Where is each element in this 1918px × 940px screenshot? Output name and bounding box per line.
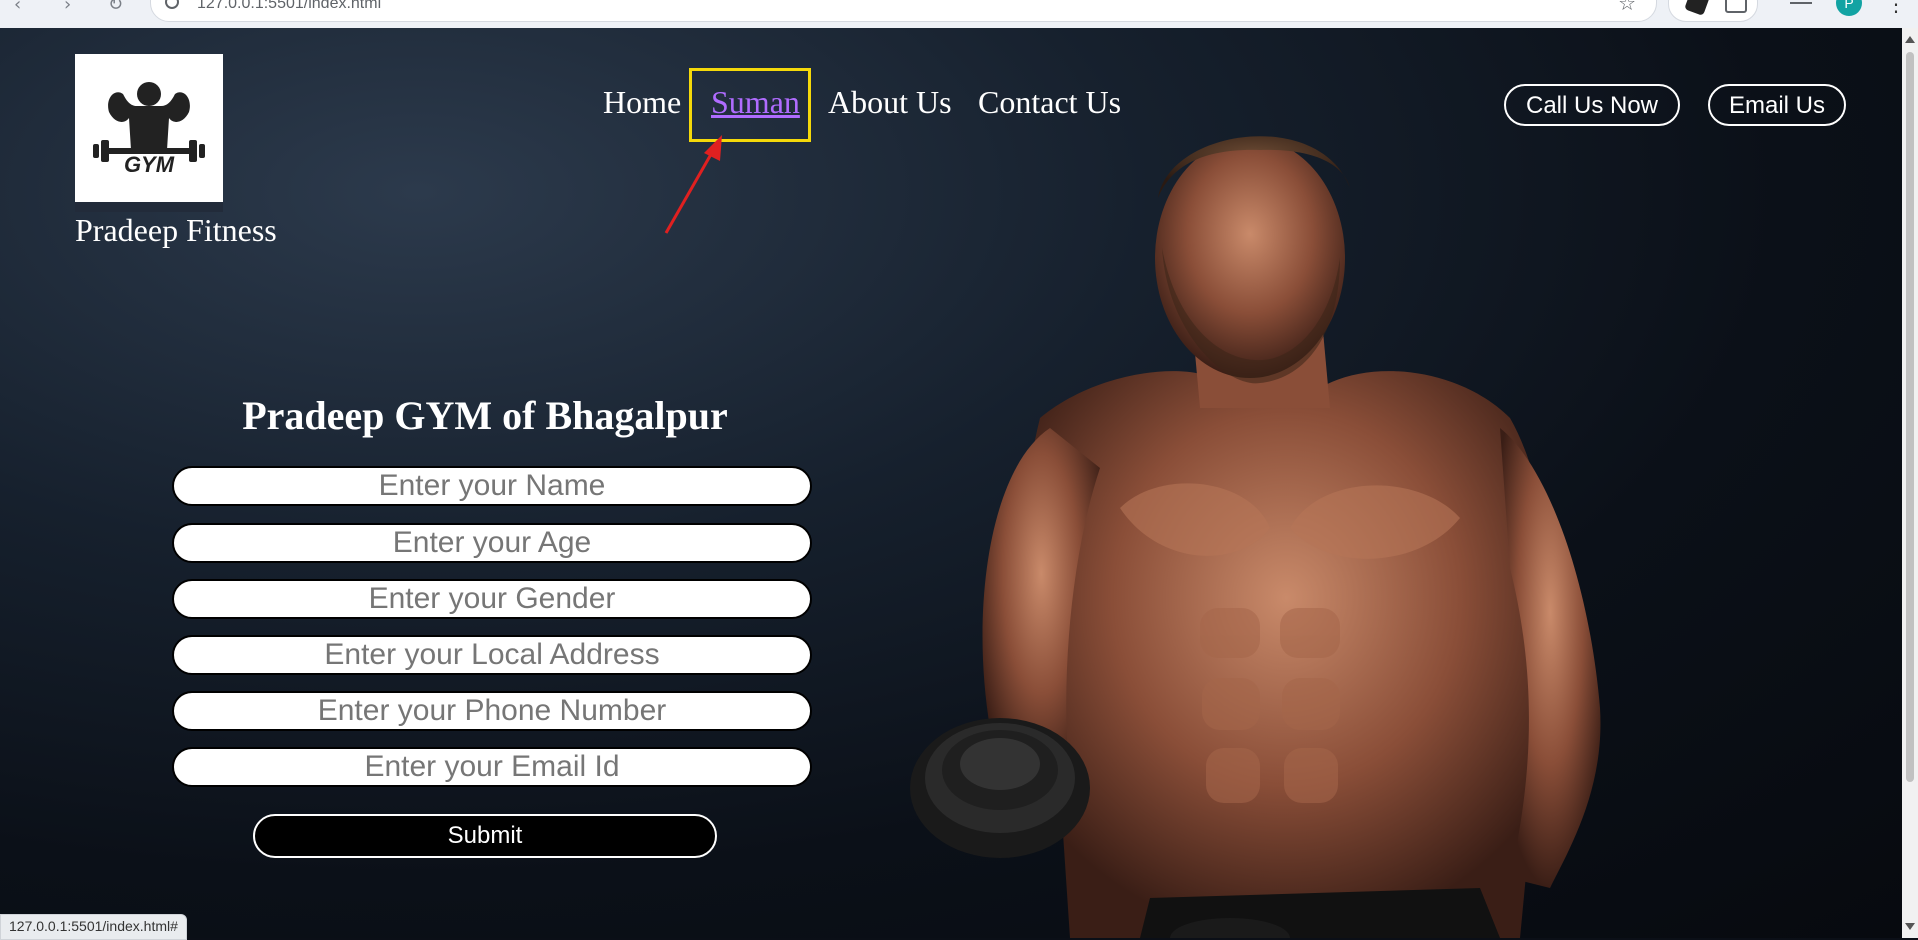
browser-toolbar: ‹ › ↻ 127.0.0.1:5501/index.html ☆ P ⋮ <box>0 0 1918 29</box>
form-title: Pradeep GYM of Bhagalpur <box>242 393 728 438</box>
email-input[interactable]: Enter your Email Id <box>172 747 812 787</box>
page-scrollbar[interactable] <box>1902 28 1918 938</box>
annotation-highlight-box <box>689 68 811 142</box>
browser-menu-icon[interactable]: ⋮ <box>1886 0 1906 16</box>
extensions-puzzle-icon[interactable] <box>1725 0 1747 13</box>
address-input[interactable]: Enter your Local Address <box>172 635 812 675</box>
age-input[interactable]: Enter your Age <box>172 523 812 563</box>
nav-home-link[interactable]: Home <box>603 84 681 121</box>
back-arrow-icon[interactable]: ‹ <box>14 0 21 15</box>
brand-name: Pradeep Fitness <box>75 212 277 248</box>
address-bar[interactable]: 127.0.0.1:5501/index.html ☆ <box>150 0 1657 22</box>
bookmark-star-icon[interactable]: ☆ <box>1618 0 1636 15</box>
extensions-area <box>1668 0 1758 22</box>
annotation-arrow-icon <box>664 135 722 234</box>
gym-page: GYM Pradeep Fitness Home Suman About Us … <box>0 28 1902 938</box>
scrollbar-thumb[interactable] <box>1906 52 1914 782</box>
site-info-icon[interactable] <box>165 0 179 9</box>
call-us-now-button[interactable]: Call Us Now <box>1504 84 1680 126</box>
media-control-icon[interactable] <box>1790 2 1812 14</box>
email-us-button[interactable]: Email Us <box>1708 84 1846 126</box>
scroll-down-icon[interactable] <box>1905 923 1915 930</box>
scroll-up-icon[interactable] <box>1905 36 1915 43</box>
logo-text: GYM <box>124 152 175 177</box>
athlete-hero-image <box>910 136 1601 938</box>
gender-input[interactable]: Enter your Gender <box>172 579 812 619</box>
nav-contact-link[interactable]: Contact Us <box>978 84 1121 121</box>
profile-avatar[interactable]: P <box>1836 0 1862 16</box>
submit-button[interactable]: Submit <box>253 814 717 858</box>
status-bar-url: 127.0.0.1:5501/index.html# <box>0 914 187 940</box>
nav-about-link[interactable]: About Us <box>828 84 952 121</box>
phone-input[interactable]: Enter your Phone Number <box>172 691 812 731</box>
address-url[interactable]: 127.0.0.1:5501/index.html <box>197 0 381 13</box>
extension-icon[interactable] <box>1684 0 1710 16</box>
gym-logo[interactable]: GYM <box>75 54 223 212</box>
reload-icon[interactable]: ↻ <box>108 0 123 15</box>
gym-logo-icon: GYM <box>93 82 205 177</box>
name-input[interactable]: Enter your Name <box>172 466 812 506</box>
forward-arrow-icon[interactable]: › <box>64 0 71 15</box>
logo-strip <box>75 202 223 212</box>
